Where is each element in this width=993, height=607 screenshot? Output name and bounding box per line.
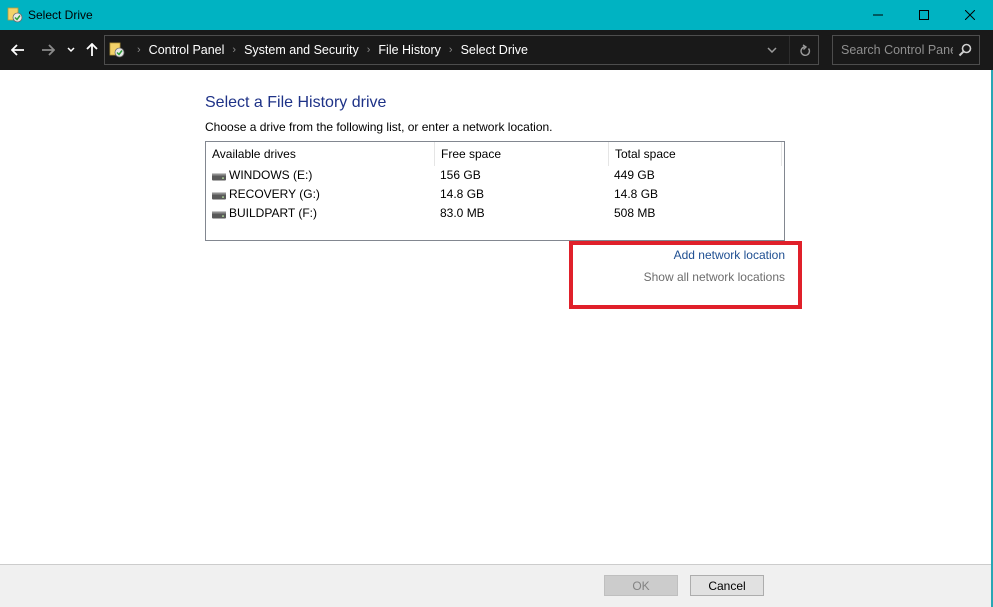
maximize-icon <box>919 10 929 20</box>
title-bar: Select Drive <box>0 0 993 30</box>
maximize-button[interactable] <box>901 0 947 30</box>
breadcrumb-system-and-security[interactable]: System and Security <box>244 43 359 57</box>
file-history-icon <box>7 7 23 23</box>
total-space: 508 MB <box>614 206 656 220</box>
close-button[interactable] <box>947 0 993 30</box>
chevron-right-icon: › <box>137 44 141 56</box>
free-space: 14.8 GB <box>440 187 485 201</box>
recent-locations-button[interactable] <box>64 40 78 60</box>
breadcrumb-file-history[interactable]: File History <box>378 43 441 57</box>
add-network-location-link[interactable]: Add network location <box>674 248 785 262</box>
free-space: 156 GB <box>440 168 481 182</box>
breadcrumb-select-drive[interactable]: Select Drive <box>461 43 528 57</box>
back-button[interactable] <box>8 40 28 60</box>
close-icon <box>965 10 975 20</box>
search-input[interactable] <box>833 36 953 64</box>
column-header-free-space[interactable]: Free space <box>434 142 608 166</box>
chevron-right-icon: › <box>448 44 453 56</box>
list-header: Available drives Free space Total space <box>206 142 784 166</box>
dialog-footer <box>0 564 991 607</box>
chevron-down-icon <box>767 47 777 53</box>
column-header-total-space[interactable]: Total space <box>608 142 782 166</box>
up-button[interactable] <box>82 40 102 60</box>
search-icon[interactable] <box>957 42 973 58</box>
hard-drive-icon <box>212 211 226 218</box>
show-all-network-locations-link[interactable]: Show all network locations <box>644 270 785 284</box>
instruction-text: Choose a drive from the following list, … <box>205 120 553 134</box>
table-row[interactable]: BUILDPART (F:) 83.0 MB 508 MB <box>206 204 784 223</box>
minimize-button[interactable] <box>855 0 901 30</box>
minimize-icon <box>873 14 883 16</box>
column-header-available-drives[interactable]: Available drives <box>206 142 434 166</box>
total-space: 14.8 GB <box>614 187 659 201</box>
ok-button[interactable]: OK <box>604 575 678 596</box>
search-box <box>832 35 980 65</box>
breadcrumb: › Control Panel › System and Security › … <box>129 36 528 64</box>
chevron-down-icon <box>67 47 75 53</box>
drive-name: RECOVERY (G:) <box>229 187 320 201</box>
address-divider <box>789 36 790 64</box>
chevron-right-icon: › <box>232 44 237 56</box>
table-row[interactable]: WINDOWS (E:) 156 GB 449 GB <box>206 166 784 185</box>
hard-drive-icon <box>212 192 226 199</box>
address-dropdown-button[interactable] <box>760 36 784 64</box>
window-title: Select Drive <box>28 8 93 22</box>
refresh-icon <box>800 43 811 56</box>
arrow-left-icon <box>11 44 24 56</box>
arrow-right-icon <box>42 44 55 56</box>
address-bar[interactable]: › Control Panel › System and Security › … <box>104 35 819 65</box>
control-panel-icon <box>109 42 125 58</box>
breadcrumb-control-panel[interactable]: Control Panel <box>149 43 225 57</box>
drive-name: WINDOWS (E:) <box>229 168 313 182</box>
drive-list[interactable]: Available drives Free space Total space … <box>205 141 785 241</box>
arrow-up-icon <box>86 43 98 56</box>
forward-button[interactable] <box>38 40 58 60</box>
drive-name: BUILDPART (F:) <box>229 206 318 220</box>
table-row[interactable]: RECOVERY (G:) 14.8 GB 14.8 GB <box>206 185 784 204</box>
hard-drive-icon <box>212 173 226 180</box>
refresh-button[interactable] <box>793 36 817 64</box>
free-space: 83.0 MB <box>440 206 485 220</box>
page-title: Select a File History drive <box>205 94 387 111</box>
total-space: 449 GB <box>614 168 655 182</box>
chevron-right-icon: › <box>366 44 371 56</box>
cancel-button[interactable]: Cancel <box>690 575 764 596</box>
